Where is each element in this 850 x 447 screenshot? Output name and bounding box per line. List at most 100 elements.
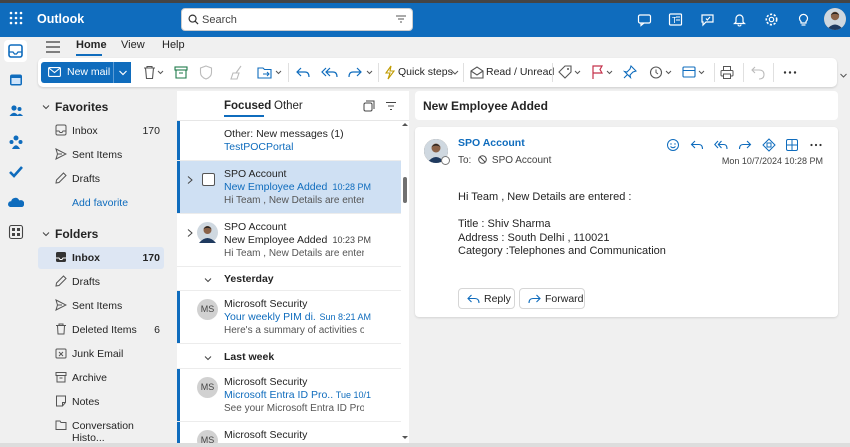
new-mail-label: New mail: [67, 66, 111, 78]
body-line: Address : South Delhi , 110021: [458, 231, 610, 244]
tab-other[interactable]: Other: [274, 100, 303, 112]
recipient-name[interactable]: SPO Account: [492, 155, 551, 166]
folder-inbox[interactable]: Inbox 170: [38, 247, 164, 269]
print-button[interactable]: [720, 65, 734, 80]
folder-archive[interactable]: Archive: [38, 367, 164, 389]
ribbon-expand-icon[interactable]: [839, 71, 848, 80]
favorite-sent-label: Sent Items: [72, 149, 123, 161]
group-header-last-week[interactable]: Last week: [177, 345, 401, 369]
report-button[interactable]: [199, 65, 213, 80]
app-launcher-icon[interactable]: [8, 10, 24, 26]
chevron-right-icon[interactable]: [186, 175, 194, 185]
tab-help[interactable]: Help: [162, 39, 185, 51]
select-mode-icon[interactable]: [363, 100, 375, 112]
immersive-reader-icon[interactable]: [785, 138, 799, 152]
teams-icon[interactable]: T: [668, 12, 683, 27]
pin-button[interactable]: [623, 65, 637, 80]
favorite-drafts[interactable]: Drafts: [38, 168, 164, 190]
delete-button[interactable]: [142, 65, 164, 80]
chevron-right-icon[interactable]: [186, 228, 194, 238]
favorites-header[interactable]: Favorites: [38, 97, 164, 117]
filter-icon[interactable]: [396, 15, 406, 23]
groups-app-icon[interactable]: [8, 134, 24, 150]
archive-button[interactable]: [174, 65, 188, 80]
snooze-button[interactable]: [649, 65, 675, 80]
rules-button[interactable]: [682, 65, 708, 80]
search-box[interactable]: [181, 8, 413, 31]
tab-focused[interactable]: Focused: [224, 100, 271, 112]
folder-drafts[interactable]: Drafts: [38, 271, 164, 293]
forward-button[interactable]: Forward: [519, 288, 585, 309]
other-messages-notice[interactable]: Other: New messages (1) TestPOCPortal: [177, 121, 401, 161]
reply-icon[interactable]: [690, 138, 704, 152]
folder-notes[interactable]: Notes: [38, 391, 164, 413]
onedrive-app-icon[interactable]: [8, 195, 24, 211]
whats-new-icon[interactable]: [700, 12, 715, 27]
quick-steps-icon[interactable]: [383, 65, 397, 80]
calendar-app-icon[interactable]: [8, 72, 24, 88]
envelope-open-icon[interactable]: [470, 65, 484, 80]
settings-icon[interactable]: [764, 12, 779, 27]
tips-icon[interactable]: [796, 12, 811, 27]
more-apps-icon[interactable]: [8, 224, 24, 240]
search-input[interactable]: [202, 11, 382, 28]
message-item[interactable]: MS Microsoft Security Microsoft Entra ID…: [177, 369, 401, 422]
user-avatar[interactable]: [824, 8, 846, 30]
scroll-down-icon[interactable]: [402, 435, 408, 440]
reply-button[interactable]: Reply: [458, 288, 515, 309]
hamburger-menu-icon[interactable]: [45, 40, 61, 54]
message-list-scrollbar[interactable]: [401, 121, 409, 447]
chevron-down-icon[interactable]: [450, 65, 460, 80]
message-sender: SPO Account: [224, 168, 287, 180]
todo-app-icon[interactable]: [8, 164, 24, 180]
message-item-selected[interactable]: SPO Account New Employee Added 10:28 PM …: [177, 161, 401, 214]
read-unread-button[interactable]: Read / Unread: [486, 66, 554, 78]
sender-avatar: MS: [197, 299, 218, 320]
to-label: To:: [458, 155, 472, 166]
more-options-icon[interactable]: [783, 65, 797, 80]
move-to-button[interactable]: [257, 65, 283, 80]
group-header-yesterday[interactable]: Yesterday: [177, 267, 401, 291]
tab-home[interactable]: Home: [76, 39, 107, 51]
new-mail-dropdown[interactable]: [113, 62, 131, 83]
meet-now-icon[interactable]: [637, 12, 652, 27]
app-title[interactable]: Outlook: [37, 12, 84, 26]
apps-icon[interactable]: [762, 138, 776, 152]
sweep-button[interactable]: [230, 65, 244, 80]
window-bottom-edge: [0, 443, 850, 447]
more-actions-icon[interactable]: [809, 138, 823, 152]
folder-sent-items[interactable]: Sent Items: [38, 295, 164, 317]
reply-all-icon[interactable]: [714, 138, 728, 152]
reply-button[interactable]: [295, 65, 311, 80]
emoji-reaction-icon[interactable]: [666, 138, 680, 152]
favorite-inbox[interactable]: Inbox 170: [38, 120, 164, 142]
forward-icon[interactable]: [738, 138, 752, 152]
message-item[interactable]: MS Microsoft Security Your weekly PIM di…: [177, 291, 401, 344]
folders-header[interactable]: Folders: [38, 224, 164, 244]
sender-name[interactable]: SPO Account: [458, 137, 525, 149]
add-favorite-link[interactable]: Add favorite: [38, 192, 164, 214]
scrollbar-thumb[interactable]: [403, 177, 407, 203]
message-list-pane: Focused Other Other: New messages (1) Te…: [177, 91, 409, 447]
unread-indicator: [177, 291, 180, 343]
recipients-line: To: SPO Account: [458, 155, 551, 166]
filter-icon[interactable]: [385, 100, 397, 112]
message-checkbox[interactable]: [202, 173, 215, 186]
tab-view[interactable]: View: [121, 39, 145, 51]
reply-all-button[interactable]: [321, 65, 339, 80]
folder-conversation-history[interactable]: Conversation Histo...: [38, 415, 164, 444]
favorite-sent-items[interactable]: Sent Items: [38, 144, 164, 166]
message-item[interactable]: SPO Account New Employee Added 10:23 PM …: [177, 214, 401, 267]
tag-button[interactable]: [558, 65, 582, 80]
folder-archive-label: Archive: [72, 372, 108, 384]
forward-button[interactable]: [347, 65, 375, 80]
folder-deleted-items[interactable]: Deleted Items 6: [38, 319, 164, 341]
folder-junk-email[interactable]: Junk Email: [38, 343, 164, 365]
mail-app-icon[interactable]: [4, 40, 27, 62]
quick-steps-button[interactable]: Quick steps: [398, 66, 453, 78]
undo-button[interactable]: [751, 65, 765, 80]
flag-button[interactable]: [591, 65, 615, 80]
bell-icon[interactable]: [732, 12, 747, 27]
people-app-icon[interactable]: [8, 103, 24, 119]
scroll-up-icon[interactable]: [402, 122, 408, 127]
